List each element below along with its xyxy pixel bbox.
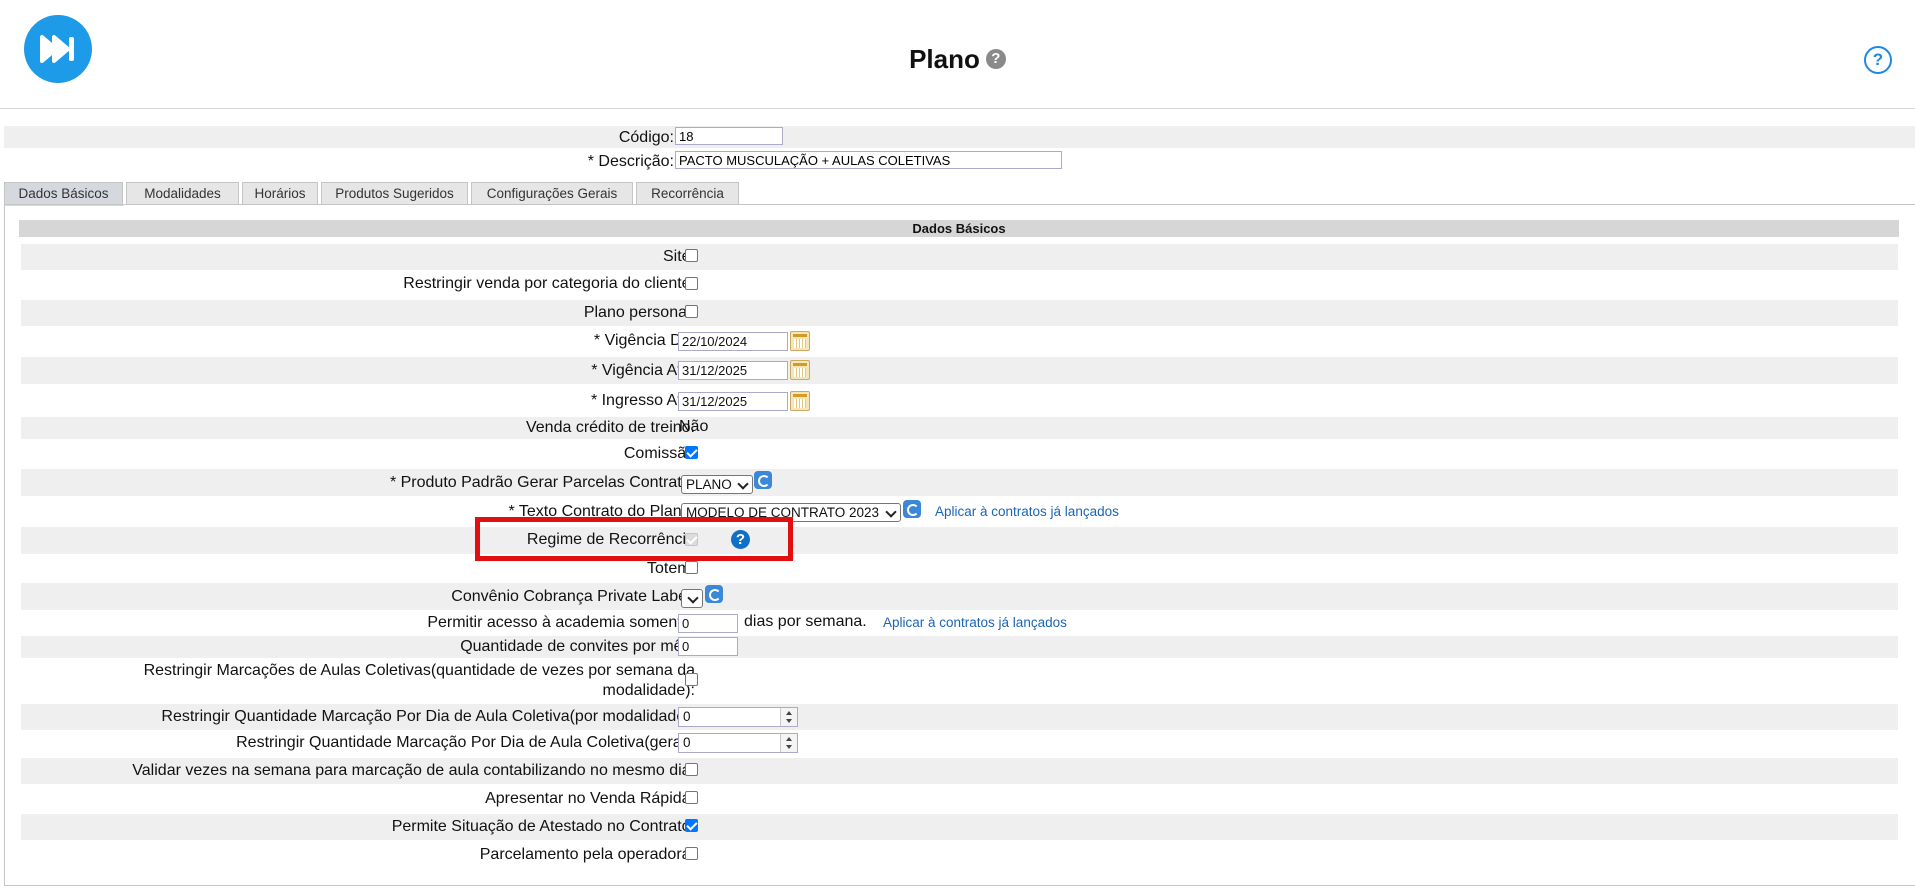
plano-personal-label: Plano personal: <box>583 304 695 321</box>
venda-credito-row: Venda crédito de treino: Não <box>21 417 1898 439</box>
comissao-row: Comissão <box>21 442 1898 466</box>
vigencia-ate-input[interactable]: 31/12/2025 <box>678 361 788 380</box>
restringir-marcacoes-label-line2: modalidade): <box>602 682 696 699</box>
title-help-icon[interactable]: ? <box>985 49 1006 70</box>
restringir-categoria-label: Restringir venda por categoria do client… <box>403 275 695 292</box>
help-icon[interactable]: ? <box>1864 46 1892 74</box>
restringir-geral-label: Restringir Quantidade Marcação Por Dia d… <box>236 734 695 751</box>
permitir-acesso-label: Permitir acesso à academia somente: <box>427 614 695 631</box>
highlight-box <box>475 517 793 561</box>
produto-padrao-label: * Produto Padrão Gerar Parcelas Contrato… <box>389 474 695 491</box>
ingresso-ate-input[interactable]: 31/12/2025 <box>678 392 788 411</box>
parcelamento-label: Parcelamento pela operadora: <box>479 846 695 863</box>
convites-row: Quantidade de convites por mês: 0 <box>21 636 1898 658</box>
codigo-label: Código: <box>618 129 674 146</box>
atestado-checkbox[interactable] <box>685 819 698 832</box>
restringir-por-modalidade-value: 0 <box>683 709 691 724</box>
plano-personal-row: Plano personal: <box>21 300 1898 326</box>
codigo-row: Código: <box>4 126 1915 148</box>
page-title: Plano? <box>0 44 1915 75</box>
convenio-label: Convênio Cobrança Private Label: <box>451 588 695 605</box>
permitir-acesso-input[interactable]: 0 <box>678 614 738 633</box>
descricao-input[interactable] <box>675 151 1062 169</box>
atestado-label: Permite Situação de Atestado no Contrato… <box>391 818 695 835</box>
ingresso-ate-calendar-icon[interactable] <box>790 391 810 411</box>
texto-contrato-refresh-icon[interactable] <box>903 500 921 518</box>
permitir-acesso-suffix: dias por semana. <box>744 613 867 630</box>
descricao-row: * Descrição: <box>4 150 1915 172</box>
section-title: Dados Básicos <box>19 220 1899 237</box>
tab-produtos-sugeridos[interactable]: Produtos Sugeridos <box>321 182 468 204</box>
codigo-input[interactable] <box>675 127 783 145</box>
convites-input[interactable]: 0 <box>678 637 738 656</box>
convites-label: Quantidade de convites por mês: <box>460 638 695 655</box>
vigencia-ate-calendar-icon[interactable] <box>790 360 810 380</box>
tab-configuracoes-gerais[interactable]: Configurações Gerais <box>471 182 633 204</box>
venda-rapida-row: Apresentar no Venda Rápida: <box>21 787 1898 811</box>
totem-checkbox[interactable] <box>685 561 698 574</box>
venda-credito-value: Não <box>679 418 709 435</box>
page-title-text: Plano <box>909 44 980 74</box>
site-checkbox[interactable] <box>685 249 698 262</box>
convenio-select[interactable] <box>681 589 703 608</box>
atestado-row: Permite Situação de Atestado no Contrato… <box>21 814 1898 840</box>
tab-dados-basicos[interactable]: Dados Básicos <box>4 182 123 206</box>
produto-padrao-row: * Produto Padrão Gerar Parcelas Contrato… <box>21 469 1898 496</box>
restringir-geral-stepper[interactable]: 0 <box>678 733 798 753</box>
restringir-geral-row: Restringir Quantidade Marcação Por Dia d… <box>21 730 1898 756</box>
validar-vezes-label: Validar vezes na semana para marcação de… <box>132 762 695 779</box>
produto-padrao-select[interactable]: PLANO <box>681 475 753 494</box>
plano-personal-checkbox[interactable] <box>685 305 698 318</box>
produto-padrao-refresh-icon[interactable] <box>754 471 772 489</box>
restringir-por-modalidade-label: Restringir Quantidade Marcação Por Dia d… <box>161 708 695 725</box>
venda-credito-label: Venda crédito de treino: <box>525 419 695 436</box>
descricao-label: * Descrição: <box>587 153 674 170</box>
restringir-marcacoes-checkbox[interactable] <box>685 673 698 686</box>
page-header: Plano? ? <box>0 0 1915 109</box>
tab-horarios[interactable]: Horários <box>242 182 318 204</box>
venda-rapida-checkbox[interactable] <box>685 791 698 804</box>
regime-recorrencia-row: Regime de Recorrência ? <box>21 527 1898 554</box>
vigencia-ate-row: * Vigência Até: 31/12/2025 <box>21 357 1898 384</box>
permitir-acesso-apply-link[interactable]: Aplicar à contratos já lançados <box>883 615 1067 630</box>
ingresso-ate-row: * Ingresso Até: 31/12/2025 <box>21 387 1898 414</box>
restringir-por-modalidade-stepper[interactable]: 0 <box>678 707 798 727</box>
tab-recorrencia[interactable]: Recorrência <box>636 182 739 204</box>
restringir-por-modalidade-row: Restringir Quantidade Marcação Por Dia d… <box>21 704 1898 730</box>
vigencia-de-calendar-icon[interactable] <box>790 331 810 351</box>
texto-contrato-apply-link[interactable]: Aplicar à contratos já lançados <box>935 504 1119 519</box>
site-row: Site: <box>21 244 1898 270</box>
validar-vezes-checkbox[interactable] <box>685 763 698 776</box>
validar-vezes-row: Validar vezes na semana para marcação de… <box>21 758 1898 784</box>
venda-rapida-label: Apresentar no Venda Rápida: <box>485 790 695 807</box>
stepper-arrows-icon[interactable] <box>780 734 797 752</box>
restringir-categoria-row: Restringir venda por categoria do client… <box>21 273 1898 295</box>
restringir-marcacoes-row: Restringir Marcações de Aulas Coletivas(… <box>21 660 1898 702</box>
restringir-geral-value: 0 <box>683 735 691 750</box>
texto-contrato-row: * Texto Contrato do Plano: MODELO DE CON… <box>21 498 1898 525</box>
vigencia-de-input[interactable]: 22/10/2024 <box>678 332 788 351</box>
comissao-checkbox[interactable] <box>685 446 698 459</box>
restringir-categoria-checkbox[interactable] <box>685 277 698 290</box>
convenio-row: Convênio Cobrança Private Label: <box>21 583 1898 610</box>
parcelamento-row: Parcelamento pela operadora: <box>21 843 1898 867</box>
tab-modalidades[interactable]: Modalidades <box>126 182 239 204</box>
permitir-acesso-row: Permitir acesso à academia somente: 0 di… <box>21 611 1898 635</box>
restringir-marcacoes-label-line1: Restringir Marcações de Aulas Coletivas(… <box>143 662 695 679</box>
convenio-refresh-icon[interactable] <box>705 585 723 603</box>
parcelamento-checkbox[interactable] <box>685 847 698 860</box>
stepper-arrows-icon[interactable] <box>780 708 797 726</box>
vigencia-de-row: * Vigência De: 22/10/2024 <box>21 328 1898 355</box>
totem-row: Totem: <box>21 556 1898 580</box>
